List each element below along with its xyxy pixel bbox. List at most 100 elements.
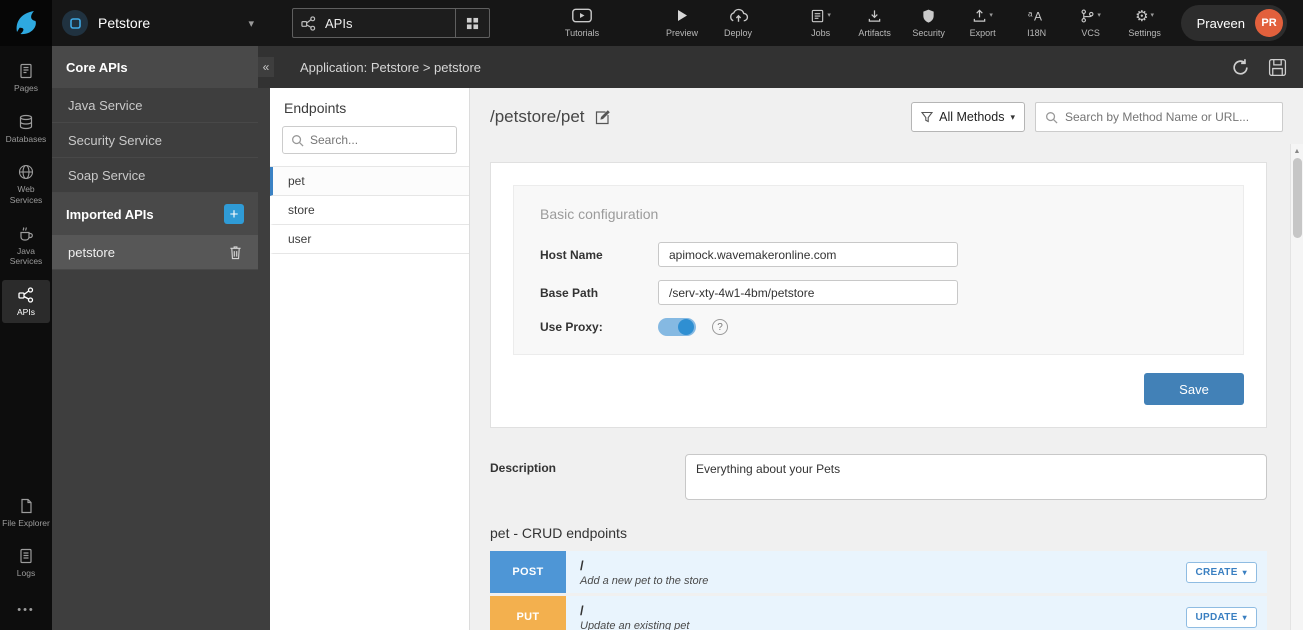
- sidebar-item-apis[interactable]: APIs: [2, 280, 50, 324]
- basic-config-panel: Basic configuration Host Name Base Path: [513, 185, 1244, 355]
- deploy-button[interactable]: Deploy: [716, 8, 760, 38]
- sidebar-item-logs[interactable]: Logs: [2, 541, 50, 585]
- method-search-input[interactable]: [1065, 110, 1273, 124]
- i18n-button[interactable]: Aa I18N: [1015, 8, 1059, 38]
- endpoint-path: /: [580, 558, 708, 573]
- sidebar-gutter[interactable]: [258, 88, 270, 630]
- chevron-down-icon: ▾: [1151, 11, 1155, 19]
- workspace-selector[interactable]: APIs: [292, 8, 490, 38]
- description-label: Description: [490, 454, 685, 500]
- pages-label: Pages: [14, 83, 38, 94]
- action-label: UPDATE: [1196, 612, 1238, 623]
- page-title: /petstore/pet: [490, 107, 585, 127]
- search-icon: [291, 134, 304, 147]
- endpoint-item-pet[interactable]: pet: [270, 167, 469, 196]
- core-apis-header: Core APIs: [52, 46, 258, 88]
- base-path-input[interactable]: [658, 280, 958, 305]
- breadcrumb-bar: « Application: Petstore > petstore: [258, 46, 1303, 88]
- breadcrumb: Application: Petstore > petstore: [300, 60, 481, 75]
- export-button[interactable]: ▾ Export: [961, 8, 1005, 38]
- endpoint-item-store[interactable]: store: [270, 196, 469, 225]
- play-icon: [675, 8, 689, 23]
- endpoint-row-post[interactable]: POST / Add a new pet to the store CREATE…: [490, 551, 1267, 593]
- sidebar-item-security-service[interactable]: Security Service: [52, 123, 258, 158]
- endpoint-search-input[interactable]: [310, 133, 448, 147]
- scrollbar-thumb[interactable]: [1293, 158, 1302, 238]
- description-textarea[interactable]: Everything about your Pets: [685, 454, 1267, 500]
- grid-icon[interactable]: [455, 9, 489, 37]
- sidebar-item-web-services[interactable]: Web Services: [2, 157, 50, 211]
- cloud-upload-icon: [728, 8, 749, 23]
- api-sidebar: Core APIs Java Service Security Service …: [52, 46, 258, 630]
- file-explorer-label: File Explorer: [2, 518, 50, 529]
- chevron-down-icon: ▾: [1010, 112, 1015, 123]
- method-badge: PUT: [490, 596, 566, 630]
- tutorials-label: Tutorials: [565, 28, 599, 38]
- chevron-down-icon: ▾: [248, 17, 254, 30]
- endpoint-row-put[interactable]: PUT / Update an existing pet UPDATE ▾: [490, 596, 1267, 630]
- endpoint-description: Update an existing pet: [580, 620, 689, 630]
- base-path-label: Base Path: [540, 286, 658, 300]
- scroll-up-icon[interactable]: ▲: [1294, 144, 1301, 158]
- topbar-actions: Tutorials Preview Deploy: [560, 8, 760, 38]
- collapse-sidebar-button[interactable]: «: [258, 57, 274, 77]
- core-apis-title: Core APIs: [66, 60, 128, 75]
- security-label: Security: [912, 28, 945, 38]
- coffee-icon: [18, 226, 34, 242]
- method-search: [1035, 102, 1283, 132]
- vcs-button[interactable]: ▾ VCS: [1069, 8, 1113, 38]
- deploy-label: Deploy: [724, 28, 752, 38]
- tutorials-button[interactable]: Tutorials: [560, 8, 604, 38]
- avatar: PR: [1255, 9, 1283, 37]
- trash-icon[interactable]: [229, 245, 242, 260]
- apis-icon: [293, 16, 323, 31]
- scrollbar[interactable]: ▲: [1290, 144, 1303, 630]
- security-button[interactable]: Security: [907, 8, 951, 38]
- edit-icon[interactable]: [594, 109, 611, 126]
- main-body: Basic configuration Host Name Base Path: [470, 144, 1303, 630]
- basic-config-title: Basic configuration: [540, 206, 1217, 222]
- project-name: Petstore: [98, 15, 238, 31]
- endpoints-panel: Endpoints pet store: [270, 88, 470, 630]
- add-api-button[interactable]: +: [224, 204, 244, 224]
- update-action-button[interactable]: UPDATE ▾: [1186, 607, 1258, 628]
- main-area: /petstore/pet All Methods ▾: [470, 88, 1303, 630]
- sidebar-item-soap-service[interactable]: Soap Service: [52, 158, 258, 193]
- user-menu[interactable]: Praveen PR: [1181, 5, 1287, 41]
- save-button[interactable]: Save: [1144, 373, 1244, 405]
- artifacts-button[interactable]: Artifacts: [853, 8, 897, 38]
- topbar-tools: ▾ Jobs Artifacts Security: [799, 8, 1167, 38]
- sidebar-item-java-services[interactable]: Java Services: [2, 219, 50, 273]
- wavemaker-logo[interactable]: [0, 0, 52, 46]
- host-name-input[interactable]: [658, 242, 958, 267]
- wavemaker-logo-icon: [11, 8, 41, 38]
- endpoint-item-user[interactable]: user: [270, 225, 469, 254]
- security-service-label: Security Service: [68, 133, 162, 148]
- sidebar-item-petstore[interactable]: petstore: [52, 235, 258, 270]
- project-switcher[interactable]: Petstore ▾: [62, 10, 258, 36]
- project-icon: [62, 10, 88, 36]
- java-services-label: Java Services: [2, 246, 50, 267]
- config-card: Basic configuration Host Name Base Path: [490, 162, 1267, 428]
- settings-button[interactable]: ⚙ ▾ Settings: [1123, 8, 1167, 38]
- download-icon: [867, 8, 882, 24]
- imported-apis-title: Imported APIs: [66, 207, 154, 222]
- preview-button[interactable]: Preview: [660, 8, 704, 38]
- more-options-button[interactable]: •••: [17, 592, 35, 630]
- sidebar-item-databases[interactable]: Databases: [2, 107, 50, 151]
- create-action-button[interactable]: CREATE ▾: [1186, 562, 1258, 583]
- methods-filter[interactable]: All Methods ▾: [911, 102, 1025, 132]
- host-name-label: Host Name: [540, 248, 658, 262]
- sidebar-item-pages[interactable]: Pages: [2, 56, 50, 100]
- soap-service-label: Soap Service: [68, 168, 145, 183]
- refresh-icon[interactable]: [1231, 58, 1250, 77]
- search-icon: [1045, 111, 1058, 124]
- chevron-down-icon: ▾: [1243, 613, 1247, 622]
- help-icon[interactable]: ?: [712, 319, 728, 335]
- sidebar-item-file-explorer[interactable]: File Explorer: [2, 491, 50, 535]
- jobs-button[interactable]: ▾ Jobs: [799, 8, 843, 38]
- sidebar-item-java-service[interactable]: Java Service: [52, 88, 258, 123]
- use-proxy-toggle[interactable]: [658, 318, 696, 336]
- more-dots-icon: •••: [17, 604, 35, 616]
- save-file-icon[interactable]: [1268, 58, 1287, 77]
